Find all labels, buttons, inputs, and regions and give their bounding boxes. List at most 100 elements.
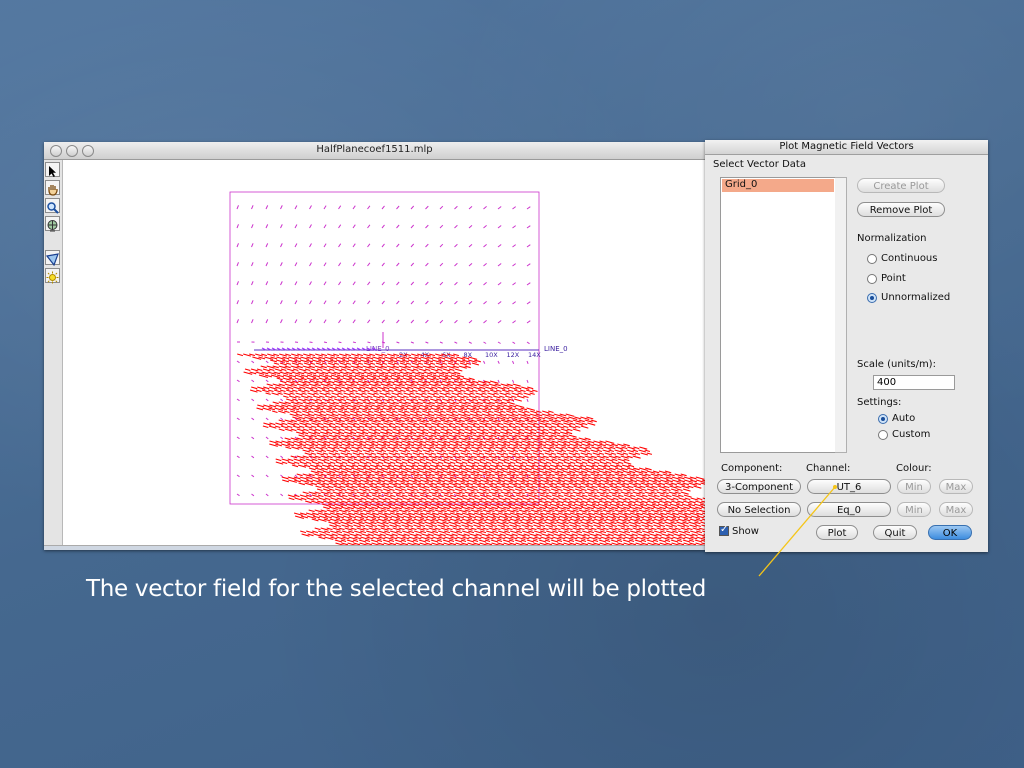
sun-icon[interactable] [45,268,60,284]
grid-vector [265,360,269,364]
arrow-pointer-icon[interactable] [45,162,60,177]
custom-radio[interactable] [878,430,888,440]
grid-vector [338,474,341,478]
show-checkbox[interactable] [719,524,729,536]
grid-vector [236,398,240,402]
grid-vector [352,281,356,286]
second-max-colour-button[interactable]: Max [939,502,973,517]
grid-vector [294,243,298,248]
vector-data-list[interactable]: Grid_0 [720,177,836,453]
plot-window-titlebar[interactable]: HalfPlanecoef1511.mlp [44,142,705,160]
field-vector [500,449,507,453]
field-vector [533,461,540,465]
field-vector [434,527,441,531]
field-vector [377,422,384,426]
grid-vector [497,225,502,229]
second-channel-select[interactable]: Eq_0 [807,502,891,517]
field-vector [277,392,283,395]
point-radio[interactable] [867,274,877,284]
grid-vector [468,206,473,210]
create-plot-button[interactable]: Create Plot [857,178,945,193]
field-vector [362,527,369,531]
field-vector [545,422,552,426]
plot-button[interactable]: Plot [816,525,858,540]
list-scrollbar[interactable] [835,177,847,453]
grid-vector [381,319,385,324]
magnifier-icon[interactable] [45,198,60,214]
grid-vector [352,300,356,305]
component-select[interactable]: 3-Component [717,479,801,494]
field-vector [646,452,653,455]
field-vector [394,425,401,429]
globe-icon[interactable] [45,216,60,232]
camera-angle-icon[interactable] [45,250,60,267]
field-vector [382,452,389,455]
grid-vector [309,300,312,305]
list-item-grid-0[interactable]: Grid_0 [722,179,834,192]
field-vector [688,539,695,543]
field-vector [352,368,359,372]
field-vector [550,452,557,455]
scale-input[interactable] [873,375,955,390]
second-min-colour-button[interactable]: Min [897,502,931,517]
field-vector [333,362,340,365]
field-vector [389,422,396,426]
grid-vector [251,281,254,286]
plot-vectors-dialog: Plot Magnetic Field Vectors Select Vecto… [705,140,988,552]
field-vector [598,452,605,455]
field-vector [291,389,298,393]
ok-button[interactable]: OK [928,525,972,540]
field-vector [454,425,461,429]
field-vector [481,392,487,395]
field-vector [538,425,545,429]
field-vector [285,446,292,450]
field-vector [386,527,393,531]
field-vector [567,485,574,489]
hand-icon[interactable] [45,180,60,196]
field-vector [305,422,312,426]
grid-vector [439,224,444,229]
continuous-radio[interactable] [867,254,877,264]
unnormalized-radio[interactable] [867,293,877,303]
field-vector [664,488,671,492]
grid-vector [483,244,487,248]
field-vector [315,389,322,393]
second-component-select[interactable]: No Selection [717,502,801,517]
grid-vector [323,243,327,248]
min-colour-button[interactable]: Min [897,479,931,494]
remove-plot-button[interactable]: Remove Plot [857,202,945,217]
grid-vector [280,493,284,497]
field-vector [284,410,290,414]
field-vector [289,392,295,395]
grid-vector [265,398,269,402]
field-vector [309,446,316,450]
field-vector [447,389,454,393]
grid-vector [338,205,342,210]
field-vector [442,425,449,429]
grid-vector [512,320,517,324]
max-colour-button[interactable]: Max [939,479,973,494]
field-vector [296,410,302,414]
dialog-titlebar[interactable]: Plot Magnetic Field Vectors [705,140,988,155]
field-vector [410,527,417,531]
field-vector [282,479,289,483]
channel-select[interactable]: UT_6 [807,479,891,494]
field-vector [539,524,546,528]
grid-vector [236,417,240,421]
field-vector [536,410,542,414]
field-vector [521,422,528,426]
field-vector [623,524,630,528]
field-vector [400,539,407,543]
auto-radio[interactable] [878,414,888,424]
horizontal-scrollbar[interactable] [44,545,705,550]
field-vector [604,488,611,492]
field-vector [369,362,376,365]
field-vector [512,449,519,453]
field-vector [307,395,313,399]
field-vector [393,446,400,450]
field-vector [458,527,465,531]
grid-vector [280,224,283,229]
field-vector [495,389,502,393]
quit-button[interactable]: Quit [873,525,917,540]
field-vector [332,449,339,453]
